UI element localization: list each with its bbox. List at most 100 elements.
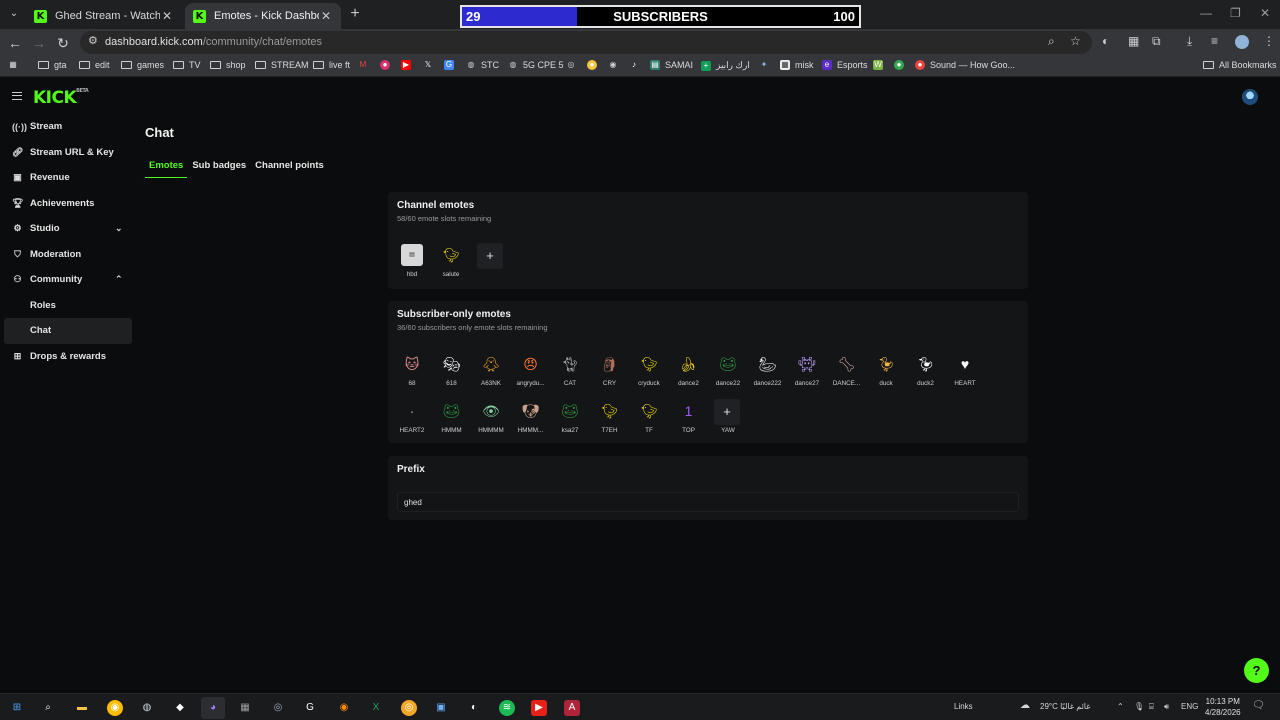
emote-item[interactable]: 🐸︎ HMMM [435,400,469,434]
sidebar-item-roles[interactable]: Roles [0,293,140,319]
window-close-icon[interactable]: ✕ [1260,6,1270,20]
windows-start-icon[interactable]: ⊞ [9,700,25,716]
emote-item[interactable]: 🐶︎ HMMM... [514,400,548,434]
bookmark-folder[interactable]: live ft [313,60,350,70]
sidebar-item-community[interactable]: ⚇ Community ⌃ [0,267,140,293]
download-icon[interactable]: ⤓ [1187,34,1192,49]
add-subscriber-emote-button[interactable]: + [714,399,740,425]
apps-grid-icon[interactable]: ▦ [8,60,23,70]
bookmark-link[interactable]: ▦ misk [780,60,814,70]
gemini-bookmark-icon[interactable]: ✦ [759,60,774,70]
discord-icon[interactable]: ◕ [201,697,225,719]
app-icon[interactable]: ▣ [433,700,449,716]
zoom-icon[interactable]: ⌕ [1048,34,1055,49]
new-tab-icon[interactable]: + [346,5,364,23]
bookmark-icon[interactable]: ● [894,60,909,70]
emote-item[interactable]: · HEART2 [395,400,429,434]
bookmark-folder[interactable]: edit [79,60,110,70]
back-icon[interactable]: ← [6,34,24,52]
app-icon[interactable]: ◆ [172,700,188,716]
forward-icon[interactable]: → [30,34,48,52]
bookmark-folder[interactable]: shop [210,60,246,70]
browser-icon[interactable]: ◉ [336,700,352,716]
app-icon[interactable]: ◎ [401,700,417,716]
obs-icon[interactable]: ◐ [466,700,482,716]
language-indicator[interactable]: ENG [1181,702,1198,711]
weather-text[interactable]: 29°C غائم غالبًا [1040,702,1090,711]
menu-hamburger-icon[interactable] [12,92,22,100]
prefix-input[interactable]: ghed [397,492,1019,512]
app-icon[interactable]: G [302,700,318,716]
emote-item[interactable]: 🐤︎ TF [632,400,666,434]
emote-item[interactable]: 👾︎ dance27 [790,353,824,387]
spotify-icon[interactable]: ≋ [499,700,515,716]
sidebar-item-revenue[interactable]: ▣ Revenue [0,165,140,191]
tab-sub-badges[interactable]: Sub badges [188,160,250,178]
extension-icon[interactable]: ▦ [1128,34,1139,48]
steam-icon[interactable]: ◍ [139,700,155,716]
emote-item[interactable]: 🐸︎ ksa27 [553,400,587,434]
translate-bookmark-icon[interactable]: G [444,60,459,70]
sidebar-item-stream[interactable]: ((·)) Stream [0,114,140,140]
emote-item[interactable]: 😠︎ angrydu... [514,353,548,387]
omnibox[interactable]: ⚙ dashboard.kick.com/community/chat/emot… [80,31,1092,54]
tab-emotes[interactable]: Emotes [145,160,188,178]
add-channel-emote-button[interactable]: + [477,243,503,269]
chrome-icon[interactable]: ◉ [107,700,123,716]
bookmark-icon[interactable]: ● [587,60,602,70]
network-icon[interactable]: ⌸ [1149,702,1154,712]
emote-item[interactable]: 🦢︎ dance222 [751,353,785,387]
tab-channel-points[interactable]: Channel points [251,160,328,178]
reload-icon[interactable]: ↻ [54,34,72,52]
bookmark-icon[interactable]: ● [380,60,395,70]
bookmark-icon[interactable]: ◎ [566,60,581,70]
search-icon[interactable]: ⌕ [40,700,56,716]
bookmark-star-icon[interactable]: ☆ [1070,34,1081,48]
emote-item[interactable]: 🐱︎ 68 [395,353,429,387]
emote-item[interactable]: 🐥︎ A63NK [474,353,508,387]
menu-kebab-icon[interactable]: ⋮ [1263,34,1275,48]
minimize-icon[interactable]: — [1200,6,1212,20]
tab-close-icon[interactable]: ✕ [160,9,174,23]
bookmark-link[interactable]: e Esports [822,60,868,70]
profile-avatar[interactable] [1235,35,1249,49]
bookmark-link[interactable]: ● Sound — How Goo... [915,60,1015,70]
links-toolbar[interactable]: Links [954,702,973,711]
emote-item[interactable]: 🦆︎ duck2 [909,353,943,387]
emote-item[interactable]: 👁︎ HMMMM [474,400,508,434]
bookmark-folder[interactable]: games [121,60,164,70]
reading-list-icon[interactable]: ≡ [1211,34,1218,48]
bookmark-link[interactable]: + ارك رابيز [701,60,750,71]
file-explorer-icon[interactable]: ▬ [74,700,90,716]
media-player-icon[interactable]: ▶ [531,700,547,716]
tab-close-icon[interactable]: ✕ [319,9,333,23]
emote-item[interactable]: 🐈︎ CAT [553,353,587,387]
bookmark-icon[interactable]: ◉ [608,60,623,70]
app-icon[interactable]: A [564,700,580,716]
emote-item[interactable]: 🗿︎ CRY [593,353,627,387]
sidebar-item-studio[interactable]: ⚙ Studio ⌄ [0,216,140,242]
calculator-icon[interactable]: ▦ [237,700,253,716]
bookmark-link[interactable]: ◍ 5G CPE 5 [508,60,564,70]
tiktok-bookmark-icon[interactable]: ♪ [629,60,644,70]
sidebar-item-moderation[interactable]: ⛉ Moderation [0,242,140,268]
restore-icon[interactable]: ❐ [1230,6,1241,20]
bookmark-icon[interactable]: W [873,60,888,70]
emote-item[interactable]: 🦆︎ duck [869,353,903,387]
user-avatar[interactable] [1242,89,1258,105]
bookmark-folder[interactable]: gta [38,60,67,70]
weather-icon[interactable]: ☁ [1020,700,1030,711]
sidebar-item-stream-url-key[interactable]: 🔗︎ Stream URL & Key [0,140,140,166]
excel-icon[interactable]: X [368,700,384,716]
app-icon[interactable]: ◎ [270,700,286,716]
emote-item[interactable]: 🐤︎ cryduck [632,353,666,387]
gmail-bookmark-icon[interactable]: M [358,60,373,70]
volume-icon[interactable]: 🔊︎ [1164,702,1169,712]
browser-tab-stream[interactable]: K Ghed Stream - Watch Live on K ✕ [26,3,182,29]
bookmark-folder[interactable]: STREAM [255,60,309,70]
kick-logo[interactable]: KICKBETA [33,88,89,108]
chevron-up-icon[interactable]: ⌃ [1117,702,1124,711]
sidebar-item-chat[interactable]: Chat [4,318,132,344]
sidebar-item-drops-rewards[interactable]: ⊞ Drops & rewards [0,344,140,370]
youtube-bookmark-icon[interactable]: ▶ [401,60,416,70]
